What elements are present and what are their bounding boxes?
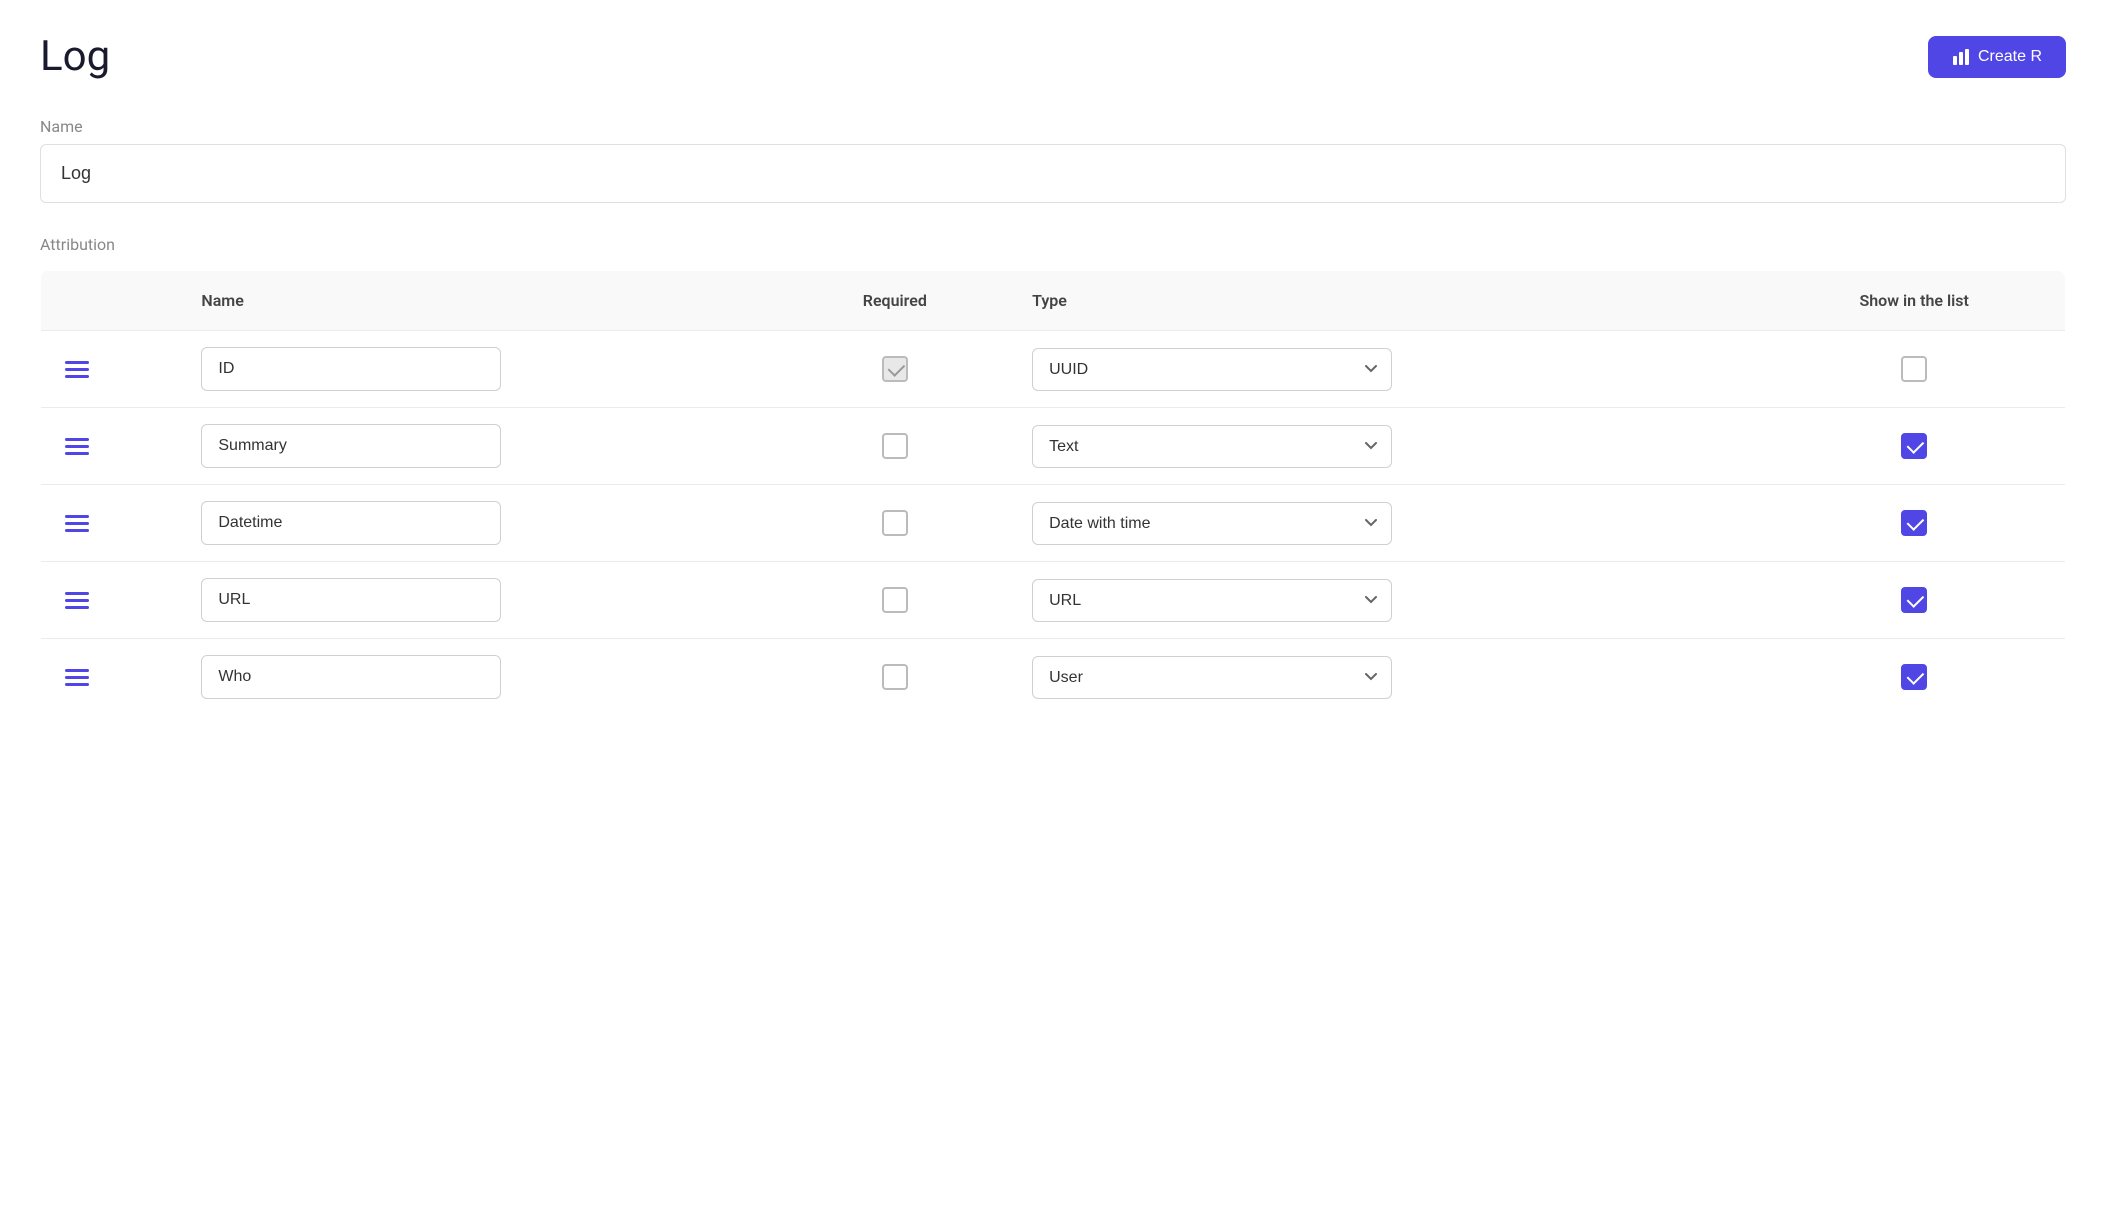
show-in-list-checkbox[interactable] <box>1901 433 1927 459</box>
drag-handle[interactable] <box>65 515 89 532</box>
show-in-list-checkbox[interactable] <box>1901 510 1927 536</box>
page-title: Log <box>40 32 110 81</box>
type-cell: UUIDTextDate with timeURLUserNumberBoole… <box>1008 408 1763 485</box>
table-row: UUIDTextDate with timeURLUserNumberBoole… <box>41 639 2066 716</box>
table-header-row: Name Required Type Show in the list <box>41 271 2066 331</box>
required-cell <box>782 562 1009 639</box>
name-cell <box>177 331 781 408</box>
col-header-name: Name <box>177 271 781 331</box>
show-cell <box>1763 408 2065 485</box>
table-row: UUIDTextDate with timeURLUserNumberBoole… <box>41 408 2066 485</box>
name-label: Name <box>40 117 2066 136</box>
drag-handle[interactable] <box>65 361 89 378</box>
required-cell <box>782 408 1009 485</box>
create-report-button[interactable]: Create R <box>1928 36 2066 78</box>
required-checkbox[interactable] <box>882 587 908 613</box>
attribution-label: Attribution <box>40 235 2066 254</box>
table-row: UUIDTextDate with timeURLUserNumberBoole… <box>41 562 2066 639</box>
required-checkbox[interactable] <box>882 664 908 690</box>
show-cell <box>1763 331 2065 408</box>
col-header-required: Required <box>782 271 1009 331</box>
row-name-input[interactable] <box>201 501 501 545</box>
required-checkbox[interactable] <box>882 510 908 536</box>
row-name-input[interactable] <box>201 655 501 699</box>
show-cell <box>1763 485 2065 562</box>
type-select[interactable]: UUIDTextDate with timeURLUserNumberBoole… <box>1032 656 1392 699</box>
table-row: UUIDTextDate with timeURLUserNumberBoole… <box>41 331 2066 408</box>
type-cell: UUIDTextDate with timeURLUserNumberBoole… <box>1008 639 1763 716</box>
row-name-input[interactable] <box>201 578 501 622</box>
show-cell <box>1763 639 2065 716</box>
drag-cell <box>41 639 178 716</box>
type-cell: UUIDTextDate with timeURLUserNumberBoole… <box>1008 562 1763 639</box>
type-select[interactable]: UUIDTextDate with timeURLUserNumberBoole… <box>1032 425 1392 468</box>
required-checkbox[interactable] <box>882 433 908 459</box>
name-cell <box>177 562 781 639</box>
type-cell: UUIDTextDate with timeURLUserNumberBoole… <box>1008 485 1763 562</box>
create-report-label: Create R <box>1978 48 2042 66</box>
type-cell: UUIDTextDate with timeURLUserNumberBoole… <box>1008 331 1763 408</box>
show-in-list-checkbox[interactable] <box>1901 587 1927 613</box>
col-header-drag <box>41 271 178 331</box>
type-select[interactable]: UUIDTextDate with timeURLUserNumberBoole… <box>1032 502 1392 545</box>
name-cell <box>177 639 781 716</box>
col-header-type: Type <box>1008 271 1763 331</box>
row-name-input[interactable] <box>201 424 501 468</box>
drag-cell <box>41 331 178 408</box>
required-cell <box>782 331 1009 408</box>
drag-handle[interactable] <box>65 592 89 609</box>
required-checkbox[interactable] <box>882 356 908 382</box>
required-cell <box>782 639 1009 716</box>
required-cell <box>782 485 1009 562</box>
show-cell <box>1763 562 2065 639</box>
type-select[interactable]: UUIDTextDate with timeURLUserNumberBoole… <box>1032 579 1392 622</box>
table-row: UUIDTextDate with timeURLUserNumberBoole… <box>41 485 2066 562</box>
drag-cell <box>41 485 178 562</box>
show-in-list-checkbox[interactable] <box>1901 356 1927 382</box>
drag-cell <box>41 562 178 639</box>
col-header-show: Show in the list <box>1763 271 2065 331</box>
row-name-input[interactable] <box>201 347 501 391</box>
attribution-table: Name Required Type Show in the list UUID… <box>40 270 2066 716</box>
drag-handle[interactable] <box>65 669 89 686</box>
show-in-list-checkbox[interactable] <box>1901 664 1927 690</box>
name-input[interactable] <box>40 144 2066 203</box>
drag-cell <box>41 408 178 485</box>
drag-handle[interactable] <box>65 438 89 455</box>
type-select[interactable]: UUIDTextDate with timeURLUserNumberBoole… <box>1032 348 1392 391</box>
chart-icon <box>1952 48 1970 66</box>
name-cell <box>177 408 781 485</box>
name-cell <box>177 485 781 562</box>
